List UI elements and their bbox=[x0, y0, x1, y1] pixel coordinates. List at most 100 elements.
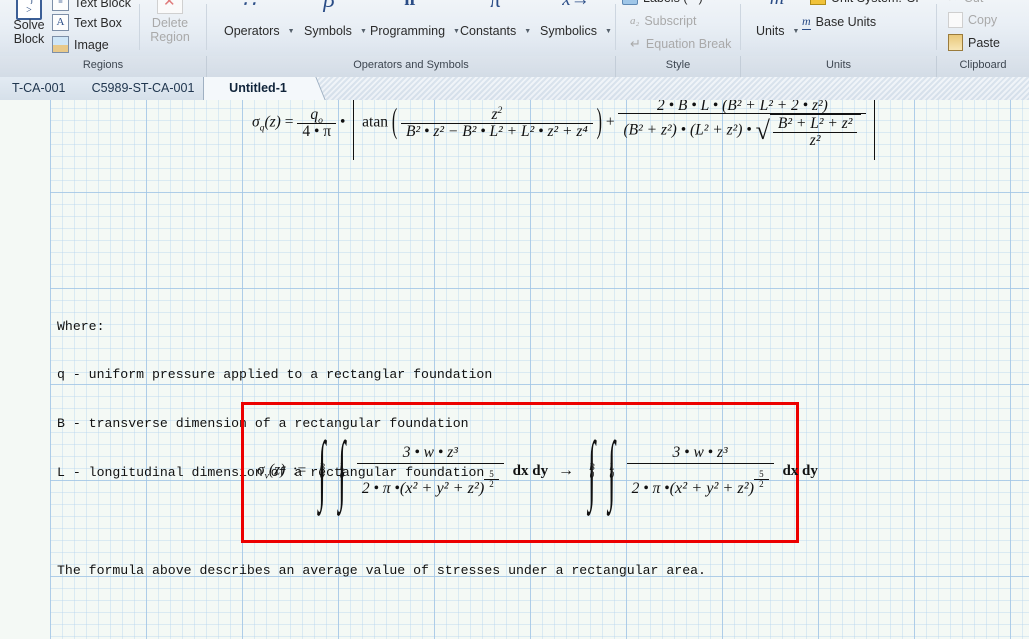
programming-dropdown[interactable]: Programming ▼ bbox=[370, 24, 460, 38]
group-label-operators-and-symbols: Operators and Symbols bbox=[353, 59, 469, 71]
worksheet-tab-bar: T-CA-001 C5989-ST-CA-001 Untitled-1 bbox=[0, 77, 1029, 101]
denominator-prefix: 2 • π • bbox=[361, 480, 400, 498]
operators-dropdown[interactable]: Operators ▼ bbox=[224, 24, 295, 38]
text-box-label: Text Box bbox=[74, 15, 122, 30]
sqrt-inner-denominator: z² bbox=[772, 131, 858, 149]
programming-label: Programming bbox=[370, 24, 446, 38]
operators-icon: ∴ bbox=[242, 0, 256, 12]
second-term-fraction: 2 • B • L • (B² + L² + 2 • z²) (B² + z²)… bbox=[618, 100, 867, 149]
equation-break-button: ↵ Equation Break bbox=[630, 36, 731, 52]
solve-block-button[interactable]: =}> Solve Block bbox=[2, 0, 56, 46]
inner-lower-limit: 0 bbox=[339, 470, 345, 480]
exponent-denominator: 2 bbox=[754, 479, 769, 489]
symbols-button[interactable]: β bbox=[298, 0, 360, 12]
sqrt-inner-fraction: B² + L² + z² z² bbox=[772, 116, 858, 149]
labels-icon bbox=[622, 0, 638, 5]
ribbon-group-units: m Units ▼ Unit System: SI ▼ m Base Units bbox=[744, 0, 959, 56]
bracket-left bbox=[353, 100, 355, 160]
eq-lhs-argument: (z) bbox=[264, 113, 281, 131]
inner-integral: L ∫ 0 bbox=[334, 426, 350, 513]
inner-lower-limit: 0 bbox=[609, 470, 614, 480]
units-icon: m bbox=[752, 0, 802, 10]
denominator-body: (x² + y² + z²) bbox=[399, 479, 485, 498]
tab-untitled-1[interactable]: Untitled-1 bbox=[203, 77, 326, 100]
denominator-exponent: 5 2 bbox=[484, 470, 499, 489]
image-button[interactable]: Image bbox=[52, 36, 109, 53]
chevron-down-icon: ▼ bbox=[453, 27, 460, 35]
symbols-dropdown[interactable]: Symbols ▼ bbox=[304, 24, 367, 38]
constants-dropdown[interactable]: Constants ▼ bbox=[460, 24, 531, 38]
symbolics-button[interactable]: x→ bbox=[540, 0, 612, 12]
group-divider bbox=[139, 4, 140, 50]
sqrt-radicand: B² + L² + z² z² bbox=[769, 114, 862, 149]
eq2-assignment-operator: := bbox=[293, 461, 307, 479]
solve-block-icon: =}> bbox=[2, 0, 56, 20]
second-term-denominator: (B² + z²) • (L² + z²) • √ B² + L² + z² z… bbox=[618, 113, 867, 149]
integrand-denominator: 2 • π •(x² + y² + z²) 5 2 bbox=[356, 463, 504, 498]
eq-plus-operator: + bbox=[605, 113, 615, 131]
units-dropdown[interactable]: Units ▼ bbox=[756, 24, 799, 38]
operators-label: Operators bbox=[224, 24, 280, 38]
operators-button[interactable]: ∴ bbox=[218, 0, 280, 12]
ribbon-group-clipboard: ✂ Cut Copy Paste bbox=[940, 0, 1029, 56]
chevron-down-icon: ▼ bbox=[287, 27, 295, 35]
subscript-button: a₂ Subscript bbox=[630, 14, 696, 28]
symbolics-dropdown[interactable]: Symbolics ▼ bbox=[540, 24, 612, 38]
atan-numerator: z2 bbox=[491, 104, 503, 123]
paren-open: ( bbox=[391, 103, 398, 141]
solve-block-label-2: Block bbox=[13, 32, 45, 46]
eq-lhs-symbol: σ bbox=[252, 113, 260, 131]
chevron-down-icon: ▼ bbox=[524, 27, 532, 35]
group-label-regions: Regions bbox=[82, 59, 124, 71]
tab-label: Untitled-1 bbox=[229, 81, 287, 95]
eq-multiplication-dot: • bbox=[339, 113, 346, 131]
tab-label: T-CA-001 bbox=[12, 81, 66, 95]
delete-region-label-1: Delete bbox=[151, 16, 189, 30]
text-box-icon: A bbox=[52, 14, 69, 31]
group-divider bbox=[615, 4, 616, 50]
atan-denominator: B² • z² − B² • L² + L² • z² + z⁴ bbox=[401, 122, 593, 140]
eq2-lhs-symbol: σ bbox=[257, 461, 265, 479]
text-box-button[interactable]: A Text Box bbox=[52, 14, 122, 31]
integrand-fraction: 3 • w • z³ 2 • π •(x² + y² + z²) 5 2 bbox=[356, 443, 504, 498]
paste-label: Paste bbox=[968, 35, 1000, 50]
text-block-icon: ≡ bbox=[52, 0, 69, 11]
mathcad-window: =}> Solve Block ≡ Text Block A Text Box … bbox=[0, 0, 1029, 639]
programming-button[interactable]: if bbox=[370, 0, 450, 12]
tab-c5989-st-ca-001[interactable]: C5989-ST-CA-001 bbox=[68, 77, 232, 100]
coefficient-fraction: qo 4 • π bbox=[297, 106, 337, 139]
text-block-button[interactable]: ≡ Text Block bbox=[52, 0, 131, 11]
atan-argument-fraction: z2 B² • z² − B² • L² + L² • z² + z⁴ bbox=[401, 104, 593, 140]
selected-region-highlight[interactable]: σv(z) := B ∫ 0 L ∫ 0 3 • w • z³ 2 • π •(… bbox=[241, 402, 818, 543]
worksheet-canvas[interactable]: σq(z) = qo 4 • π • atan ( z2 B² • z² − B… bbox=[0, 100, 1029, 639]
outer-integral: B ∫ 0 bbox=[584, 426, 600, 513]
coefficient-numerator: qo bbox=[310, 106, 323, 127]
integrand-numerator: 3 • w • z³ bbox=[672, 443, 728, 461]
outer-lower-limit: 0 bbox=[319, 470, 325, 480]
bracket-right bbox=[874, 100, 876, 160]
labels-dropdown[interactable]: Labels ( - ) ▼ bbox=[622, 0, 718, 5]
eq-relation: = bbox=[284, 113, 294, 131]
ribbon-group-operators-and-symbols: ∴ Operators ▼ β Symbols ▼ if Programming… bbox=[210, 0, 613, 56]
paste-button[interactable]: Paste bbox=[948, 34, 1000, 51]
sigma-q-equation[interactable]: σq(z) = qo 4 • π • atan ( z2 B² • z² − B… bbox=[252, 100, 879, 160]
sigma-v-integral-equation[interactable]: σv(z) := B ∫ 0 L ∫ 0 3 • w • z³ 2 • π •(… bbox=[257, 426, 818, 513]
copy-icon bbox=[948, 12, 963, 28]
constants-label: Constants bbox=[460, 24, 517, 38]
outer-lower-limit: 0 bbox=[589, 470, 595, 480]
units-button[interactable]: m bbox=[752, 0, 802, 10]
exponent-numerator: 5 bbox=[759, 469, 764, 480]
unit-system-label: Unit System: bbox=[831, 0, 902, 5]
outer-integral: B ∫ 0 bbox=[314, 426, 330, 513]
exponent-denominator: 2 bbox=[484, 479, 499, 489]
chevron-down-icon: ▼ bbox=[604, 27, 612, 35]
tab-edge bbox=[301, 77, 326, 100]
text-block-label: Text Block bbox=[74, 0, 131, 10]
eq2-lhs-argument: (z) bbox=[268, 461, 286, 479]
paste-icon bbox=[948, 34, 963, 51]
constants-button[interactable]: π bbox=[458, 0, 532, 12]
delete-region-button: ✕ Delete Region bbox=[143, 0, 197, 44]
integrand-numerator: 3 • w • z³ bbox=[402, 443, 458, 461]
chevron-down-icon: ▼ bbox=[711, 0, 718, 2]
base-units-button[interactable]: m Base Units bbox=[802, 14, 876, 30]
